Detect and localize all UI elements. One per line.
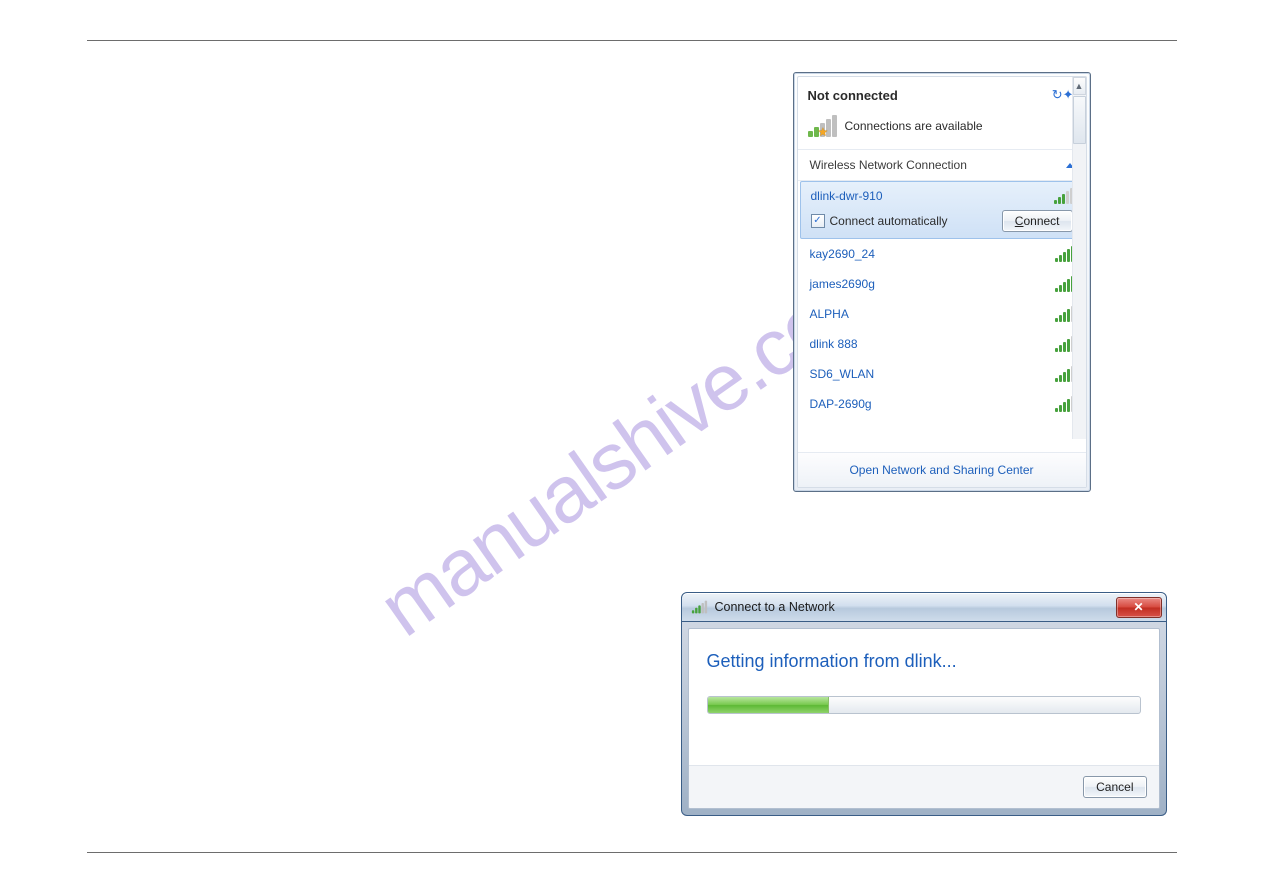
auto-connect-label: Connect automatically <box>830 214 948 228</box>
connect-network-dialog: Connect to a Network ✕ Getting informati… <box>681 592 1167 814</box>
network-list: dlink-dwr-910 ✓ Connect automatically Co… <box>798 181 1086 452</box>
network-name-label: SD6_WLAN <box>810 367 875 381</box>
open-network-center-link[interactable]: Open Network and Sharing Center <box>849 463 1033 477</box>
divider-top <box>87 40 1177 41</box>
network-item[interactable]: DAP-2690g <box>798 389 1086 419</box>
wireless-section-header[interactable]: Wireless Network Connection <box>798 150 1086 181</box>
network-item-selected[interactable]: dlink-dwr-910 ✓ Connect automatically Co… <box>800 181 1084 239</box>
dialog-message: Getting information from dlink... <box>689 629 1159 686</box>
scrollbar[interactable]: ▲ <box>1072 77 1086 439</box>
dialog-title-label: Connect to a Network <box>715 600 835 614</box>
network-name-label: ALPHA <box>810 307 849 321</box>
network-name-label: james2690g <box>810 277 875 291</box>
connection-status-label: Not connected <box>808 88 898 103</box>
auto-connect-checkbox[interactable]: ✓ Connect automatically <box>811 214 948 228</box>
network-name-label: kay2690_24 <box>810 247 875 261</box>
network-item[interactable]: ALPHA <box>798 299 1086 329</box>
network-name-label: dlink 888 <box>810 337 858 351</box>
signal-availability-icon: ★ <box>808 115 837 137</box>
scroll-up-icon[interactable]: ▲ <box>1073 77 1086 95</box>
divider-bottom <box>87 852 1177 853</box>
signal-strength-icon <box>1054 188 1073 204</box>
wifi-flyout-window: Not connected ↻✦ ★ Connections are avail… <box>793 72 1091 492</box>
connect-button[interactable]: Connect <box>1002 210 1073 232</box>
network-name-label: DAP-2690g <box>810 397 872 411</box>
network-item[interactable]: dlink 888 <box>798 329 1086 359</box>
network-item[interactable]: SD6_WLAN <box>798 359 1086 389</box>
progress-fill-icon <box>708 697 830 713</box>
network-item[interactable]: kay2690_24 <box>798 239 1086 269</box>
footer-panel: Open Network and Sharing Center <box>798 452 1086 487</box>
scroll-thumb[interactable] <box>1073 96 1086 144</box>
network-item[interactable]: james2690g <box>798 269 1086 299</box>
dialog-title-bar[interactable]: Connect to a Network ✕ <box>681 592 1167 622</box>
wireless-section-label: Wireless Network Connection <box>810 158 967 172</box>
network-name-label: dlink-dwr-910 <box>811 189 883 203</box>
checkbox-checked-icon: ✓ <box>811 214 825 228</box>
progress-bar <box>707 696 1141 714</box>
cancel-button[interactable]: Cancel <box>1083 776 1146 798</box>
status-panel: Not connected ↻✦ ★ Connections are avail… <box>798 77 1086 150</box>
connections-available-label: Connections are available <box>845 119 983 133</box>
signal-strength-icon <box>691 601 706 614</box>
close-icon: ✕ <box>1133 600 1143 614</box>
close-button[interactable]: ✕ <box>1116 597 1162 618</box>
